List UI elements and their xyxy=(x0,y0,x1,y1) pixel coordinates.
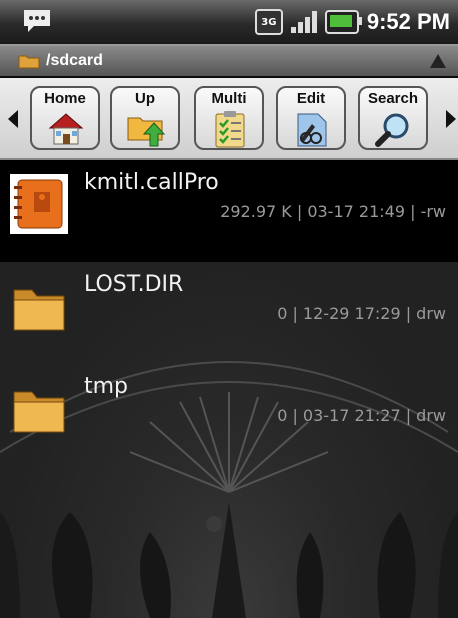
file-name: kmitl.callPro xyxy=(84,170,219,195)
status-icons: 3G 9:52 PM xyxy=(254,6,450,38)
folder-icon xyxy=(18,55,40,69)
list-item[interactable]: LOST.DIR 0 | 12-29 17:29 | drw xyxy=(0,262,458,364)
folder-icon xyxy=(13,391,65,433)
signal-icon xyxy=(290,11,317,33)
scroll-right-arrow-icon[interactable] xyxy=(446,110,456,128)
multi-button[interactable]: Multi xyxy=(194,86,264,150)
file-meta: 292.97 K | 03-17 21:49 | -rw xyxy=(220,202,446,221)
file-name: tmp xyxy=(84,374,129,399)
folder-up-icon xyxy=(127,117,166,147)
up-button[interactable]: Up xyxy=(110,86,180,150)
3g-icon: 3G xyxy=(254,9,283,35)
file-meta: 0 | 03-17 21:27 | drw xyxy=(277,406,446,425)
list-item[interactable]: tmp 0 | 03-17 21:27 | drw xyxy=(0,364,458,466)
path-bar[interactable]: /sdcard xyxy=(0,46,458,76)
contacts-app-icon xyxy=(10,174,68,234)
toolbar: Home Up Multi Edit Search xyxy=(0,78,458,160)
chat-icon xyxy=(24,10,50,32)
current-path: /sdcard xyxy=(46,52,103,69)
status-bar: 3G 9:52 PM xyxy=(0,0,458,46)
edit-icon xyxy=(297,113,327,147)
up-button-label: Up xyxy=(135,90,155,107)
search-button[interactable]: Search xyxy=(358,86,428,150)
home-button[interactable]: Home xyxy=(30,86,100,150)
list-item[interactable]: kmitl.callPro 292.97 K | 03-17 21:49 | -… xyxy=(0,160,458,262)
edit-button[interactable]: Edit xyxy=(276,86,346,150)
search-button-label: Search xyxy=(367,90,419,107)
battery-icon xyxy=(324,10,362,34)
folder-icon xyxy=(13,289,65,331)
clock: 9:52 PM xyxy=(366,9,450,34)
home-button-label: Home xyxy=(44,90,86,107)
home-icon xyxy=(48,113,84,145)
edit-button-label: Edit xyxy=(296,90,326,107)
file-name: LOST.DIR xyxy=(84,272,184,297)
checklist-icon xyxy=(215,111,245,148)
up-arrow-icon[interactable] xyxy=(430,54,446,68)
scroll-left-arrow-icon[interactable] xyxy=(8,110,18,128)
file-meta: 0 | 12-29 17:29 | drw xyxy=(277,304,446,323)
multi-button-label: Multi xyxy=(211,90,247,107)
magnifier-icon xyxy=(375,113,409,147)
